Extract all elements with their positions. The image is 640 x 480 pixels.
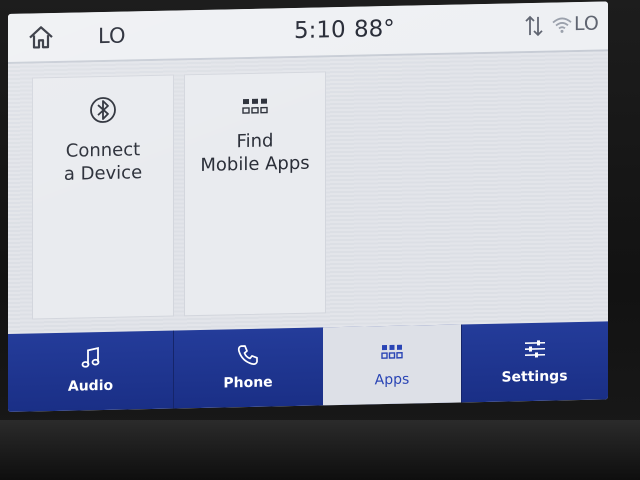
driver-climate-setting[interactable]: LO [98, 24, 125, 49]
find-mobile-apps-label: Find Mobile Apps [185, 128, 325, 177]
bottom-nav-bar: Audio Phone Apps Settings [8, 321, 608, 412]
sliders-icon [523, 337, 547, 362]
music-note-icon [79, 346, 103, 371]
apps-grid-icon [380, 340, 404, 365]
find-mobile-apps-tile[interactable]: Find Mobile Apps [184, 71, 326, 317]
outside-temperature: 88° [354, 15, 395, 43]
apps-grid-icon [240, 92, 270, 123]
apps-content-area: Connect a Device Find Mobile Apps [8, 51, 608, 334]
wifi-icon [551, 15, 573, 33]
nav-tab-audio[interactable]: Audio [8, 330, 174, 412]
connect-device-label: Connect a Device [33, 138, 173, 187]
nav-tab-phone[interactable]: Phone [173, 327, 324, 409]
nav-tab-settings-label: Settings [501, 368, 568, 386]
bluetooth-icon [88, 95, 118, 126]
nav-tab-audio-label: Audio [67, 377, 114, 395]
phone-icon [236, 343, 260, 368]
connect-device-line2: a Device [63, 162, 143, 185]
passenger-climate-setting[interactable]: LO [574, 13, 599, 36]
nav-tab-settings[interactable]: Settings [461, 321, 608, 402]
find-mobile-apps-line2: Mobile Apps [200, 152, 310, 176]
signal-arrows-icon [524, 15, 544, 37]
home-button[interactable] [26, 23, 56, 52]
infotainment-screen: LO 5:10 88° LO Connect a Device Find Mob… [8, 1, 608, 412]
connect-device-tile[interactable]: Connect a Device [32, 74, 174, 320]
connect-device-line1: Connect [65, 139, 141, 162]
nav-tab-apps[interactable]: Apps [323, 324, 462, 406]
find-mobile-apps-line1: Find [236, 130, 274, 153]
nav-tab-apps-label: Apps [374, 371, 410, 389]
clock: 5:10 [294, 16, 346, 45]
nav-tab-phone-label: Phone [223, 374, 273, 392]
dashboard-trim [0, 420, 640, 480]
home-icon [29, 26, 53, 49]
